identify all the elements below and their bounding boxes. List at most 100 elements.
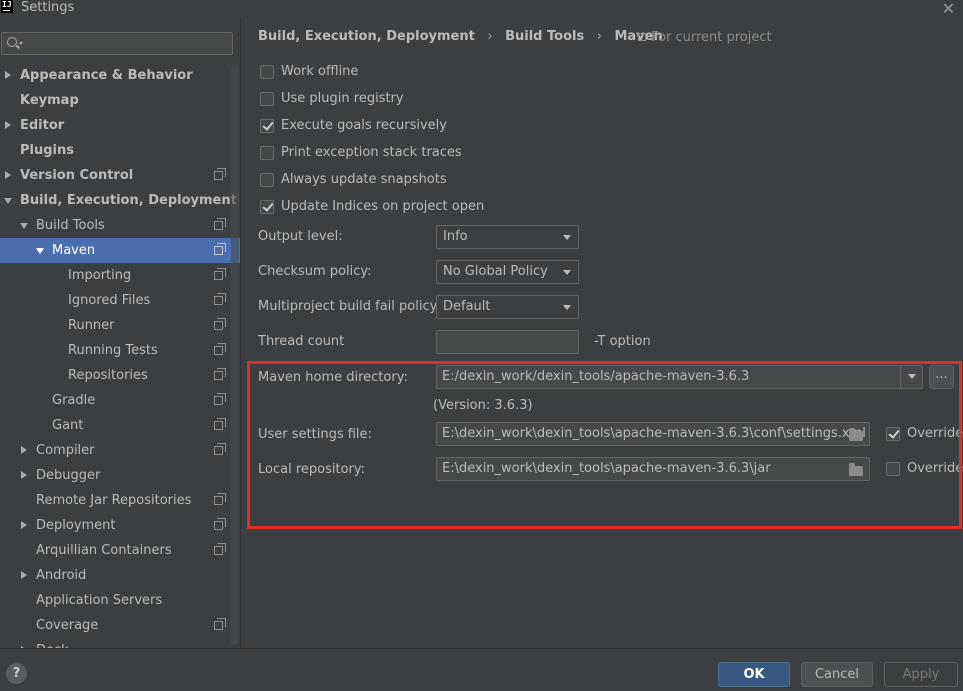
thread-count-label: Thread count <box>258 334 345 349</box>
checkbox-box <box>260 92 274 106</box>
sidebar-item-label: Version Control <box>20 168 134 183</box>
option-label: Always update snapshots <box>281 172 447 187</box>
checksum-policy-select[interactable]: No Global Policy <box>436 260 579 284</box>
checkbox-box <box>886 462 900 476</box>
sidebar-item[interactable]: Build Tools <box>0 213 240 238</box>
chevron-right-icon[interactable] <box>5 71 11 79</box>
sidebar-item[interactable]: Editor <box>0 113 240 138</box>
maven-home-label: Maven home directory: <box>258 370 408 385</box>
chevron-down-icon <box>563 305 571 310</box>
scope-indicator: For current project <box>638 30 772 45</box>
sidebar-item[interactable]: Maven <box>0 238 240 263</box>
ok-button[interactable]: OK <box>718 662 790 687</box>
apply-button[interactable]: Apply <box>884 662 958 687</box>
settings-search-input[interactable] <box>1 32 233 55</box>
maven-home-combo[interactable]: E:/dexin_work/dexin_tools/apache-maven-3… <box>436 365 923 389</box>
project-scope-icon <box>214 393 226 405</box>
user-settings-input[interactable]: E:\dexin_work\dexin_tools\apache-maven-3… <box>436 422 870 446</box>
sidebar-item[interactable]: Gant <box>0 413 240 438</box>
breadcrumb-separator: › <box>487 29 493 44</box>
sidebar-item[interactable]: Compiler <box>0 438 240 463</box>
fail-policy-label: Multiproject build fail policy: <box>258 299 441 314</box>
option-label: Print exception stack traces <box>281 145 462 160</box>
sidebar-item[interactable]: Plugins <box>0 138 240 163</box>
output-level-select[interactable]: Info <box>436 225 579 249</box>
checkbox-box <box>886 427 900 441</box>
project-scope-icon <box>214 493 226 505</box>
checkbox-box <box>260 119 274 133</box>
project-scope-icon <box>214 168 226 180</box>
breadcrumb: Build, Execution, Deployment › Build Too… <box>258 29 671 44</box>
sidebar-item-label: Running Tests <box>68 343 158 358</box>
close-icon[interactable]: ✕ <box>942 0 955 18</box>
sidebar-item[interactable]: Importing <box>0 263 240 288</box>
project-scope-icon <box>214 218 226 230</box>
local-repository-input[interactable]: E:\dexin_work\dexin_tools\apache-maven-3… <box>436 457 870 481</box>
project-scope-icon <box>214 543 226 555</box>
chevron-down-icon[interactable] <box>20 223 28 229</box>
sidebar-item[interactable]: Ignored Files <box>0 288 240 313</box>
sidebar-item[interactable]: Dock <box>0 638 240 648</box>
sidebar-item[interactable]: Coverage <box>0 613 240 638</box>
sidebar-item[interactable]: Arquillian Containers <box>0 538 240 563</box>
search-icon <box>7 37 17 47</box>
sidebar-item-label: Ignored Files <box>68 293 151 308</box>
sidebar-item[interactable]: Appearance & Behavior <box>0 63 240 88</box>
sidebar-item-label: Android <box>36 568 87 583</box>
settings-tree: Appearance & Behavior Keymap Editor Plugins… <box>0 63 240 648</box>
sidebar-item[interactable]: Android <box>0 563 240 588</box>
sidebar-item[interactable]: Build, Execution, Deployment <box>0 188 240 213</box>
local-repository-value: E:\dexin_work\dexin_tools\apache-maven-3… <box>442 461 771 476</box>
thread-count-input[interactable] <box>436 330 579 354</box>
checksum-policy-value: No Global Policy <box>443 264 548 279</box>
fail-policy-select[interactable]: Default <box>436 295 579 319</box>
breadcrumb-item: Build, Execution, Deployment <box>258 29 475 44</box>
sidebar-item[interactable]: Runner <box>0 313 240 338</box>
user-settings-value: E:\dexin_work\dexin_tools\apache-maven-3… <box>442 426 866 441</box>
chevron-down-icon[interactable] <box>4 198 12 204</box>
sidebar-item[interactable]: Application Servers <box>0 588 240 613</box>
local-repository-label: Local repository: <box>258 462 365 477</box>
chevron-right-icon[interactable] <box>5 121 11 129</box>
sidebar-item[interactable]: Version Control <box>0 163 240 188</box>
sidebar-item[interactable]: Deployment <box>0 513 240 538</box>
chevron-right-icon[interactable] <box>21 446 27 454</box>
sidebar-item-label: Build Tools <box>36 218 105 233</box>
sidebar-item[interactable]: Keymap <box>0 88 240 113</box>
option-label: Execute goals recursively <box>281 118 447 133</box>
sidebar-item-label: Repositories <box>68 368 148 383</box>
sidebar-item-label: Editor <box>20 118 65 133</box>
dialog-footer: ? OK Cancel Apply <box>0 648 963 691</box>
sidebar-item[interactable]: Running Tests <box>0 338 240 363</box>
sidebar-item-label: Maven <box>52 243 96 258</box>
chevron-right-icon[interactable] <box>5 171 11 179</box>
chevron-right-icon[interactable] <box>21 471 27 479</box>
sidebar-scrollbar[interactable] <box>231 65 239 645</box>
settings-sidebar: Appearance & Behavior Keymap Editor Plugins… <box>0 18 241 648</box>
sidebar-item[interactable]: Debugger <box>0 463 240 488</box>
title-bar: IJ Settings ✕ <box>0 0 963 18</box>
checkbox-box <box>260 146 274 160</box>
maven-home-value: E:/dexin_work/dexin_tools/apache-maven-3… <box>442 369 750 384</box>
user-settings-label: User settings file: <box>258 427 372 442</box>
sidebar-item-label: Appearance & Behavior <box>20 68 193 83</box>
folder-icon[interactable] <box>849 463 863 476</box>
cancel-button[interactable]: Cancel <box>801 662 873 687</box>
folder-icon[interactable] <box>849 428 863 441</box>
sidebar-item[interactable]: Gradle <box>0 388 240 413</box>
project-scope-icon <box>638 33 646 41</box>
sidebar-item[interactable]: Repositories <box>0 363 240 388</box>
chevron-right-icon[interactable] <box>21 521 27 529</box>
project-scope-icon <box>214 443 226 455</box>
project-scope-icon <box>214 618 226 630</box>
sidebar-item-label: Debugger <box>36 468 101 483</box>
help-button[interactable]: ? <box>6 663 27 684</box>
chevron-right-icon[interactable] <box>21 571 27 579</box>
chevron-down-icon[interactable] <box>36 248 44 254</box>
maven-home-browse-button[interactable]: ... <box>929 365 954 389</box>
sidebar-item[interactable]: Remote Jar Repositories <box>0 488 240 513</box>
sidebar-item-label: Remote Jar Repositories <box>36 493 192 508</box>
search-history-chevron-icon[interactable] <box>19 42 23 45</box>
sidebar-item-label: Plugins <box>20 143 74 158</box>
maven-home-dropdown-button[interactable] <box>900 366 922 388</box>
